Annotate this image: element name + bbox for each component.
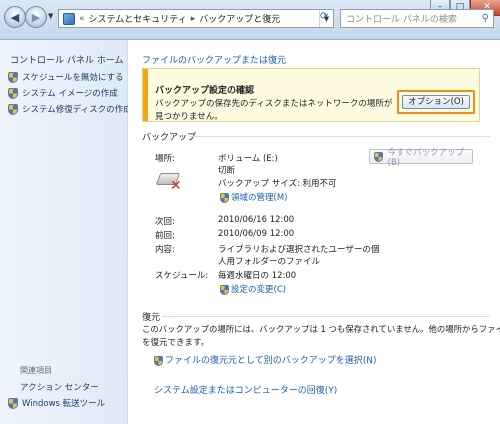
location-status: 切断 — [218, 166, 236, 176]
address-bar[interactable]: « システムとセキュリティ ▸ バックアップと復元 ▼ — [58, 9, 334, 28]
backup-restore-files-link[interactable]: ファイルのバックアップまたは復元 — [142, 53, 286, 66]
error-x-icon: ✕ — [170, 178, 182, 194]
breadcrumb-separator-icon[interactable]: ▸ — [191, 14, 196, 24]
sidebar-item-label: Windows 転送ツール — [22, 399, 106, 409]
shield-icon — [220, 284, 229, 295]
backup-now-button[interactable]: 今すぐバックアップ(B) — [369, 148, 473, 168]
manage-space-link[interactable]: 領域の管理(M) — [220, 191, 287, 203]
sidebar-item-create-repair-disc[interactable]: システム修復ディスクの作成 — [8, 103, 132, 115]
control-panel-icon — [63, 12, 75, 25]
restore-text-line2: を復元できます。 — [142, 338, 210, 348]
control-panel-home-link[interactable]: コントロール パネル ホーム — [10, 53, 123, 66]
backup-now-label: 今すぐバックアップ(B) — [387, 147, 465, 168]
warning-title: バックアップ設定の確認 — [155, 86, 255, 96]
shield-icon — [8, 397, 18, 409]
contents-value-line2: 人用フォルダーのファイル — [218, 257, 321, 267]
main-content: ファイルのバックアップまたは復元 バックアップ設定の確認 バックアップの保存先の… — [128, 40, 500, 424]
shield-icon — [154, 355, 163, 366]
sidebar-item-label: システム修復ディスクの作成 — [22, 105, 132, 115]
warning-accent-bar — [143, 69, 148, 121]
title-bar: – □ ✕ ◀ ▶ ▼ « システムとセキュリティ ▸ バックアップと復元 ▼ … — [0, 0, 500, 40]
sidebar: コントロール パネル ホーム スケジュールを無効にする システム イメージの作成… — [0, 40, 132, 424]
sidebar-item-windows-transfer[interactable]: Windows 転送ツール — [8, 397, 105, 409]
change-settings-link[interactable]: 設定の変更(C) — [220, 283, 286, 295]
search-placeholder: コントロール パネルの検索 — [346, 15, 457, 25]
change-settings-label: 設定の変更(C) — [231, 285, 287, 295]
shield-icon — [8, 71, 18, 83]
arrow-left-icon: ◀ — [10, 10, 20, 24]
shield-icon — [374, 151, 383, 162]
warning-text: バックアップの保存先のディスクまたはネットワークの場所が見つかりません。 — [155, 99, 393, 122]
next-backup-value: 2010/06/16 12:00 — [218, 215, 295, 225]
next-backup-label: 次回: — [155, 217, 175, 227]
history-dropdown-icon[interactable]: ▼ — [48, 12, 53, 20]
refresh-icon[interactable]: ⟳ — [320, 11, 328, 22]
search-icon[interactable]: ⚲ — [482, 13, 489, 24]
warning-panel: バックアップ設定の確認 バックアップの保存先のディスクまたはネットワークの場所が… — [142, 68, 480, 122]
divider — [190, 136, 490, 137]
sidebar-item-action-center[interactable]: アクション センター — [20, 381, 99, 393]
related-header: 関連項目 — [20, 366, 52, 375]
restore-section-header: 復元 — [142, 313, 161, 323]
contents-value-line1: ライブラリおよび選択されたユーザーの個 — [218, 245, 380, 255]
backup-section-header: バックアップ — [142, 133, 197, 143]
sidebar-item-disable-schedule[interactable]: スケジュールを無効にする — [8, 71, 124, 83]
search-input[interactable]: コントロール パネルの検索 ⚲ — [340, 9, 494, 28]
divider — [162, 316, 490, 317]
sidebar-item-create-system-image[interactable]: システム イメージの作成 — [8, 87, 118, 99]
manage-space-label: 領域の管理(M) — [231, 193, 288, 203]
select-other-backup-label: ファイルの復元元として別のバックアップを選択(N) — [165, 356, 377, 366]
schedule-value: 毎週水曜日の 12:00 — [218, 271, 297, 281]
shield-icon — [8, 87, 18, 99]
breadcrumb-system-security[interactable]: システムとセキュリティ — [89, 12, 187, 25]
forward-button[interactable]: ▶ — [25, 6, 47, 28]
arrow-right-icon: ▶ — [31, 10, 41, 24]
backup-size: バックアップ サイズ: 利用不可 — [218, 179, 337, 189]
select-other-backup-link[interactable]: ファイルの復元元として別のバックアップを選択(N) — [154, 353, 377, 366]
recover-system-settings-link[interactable]: システム設定またはコンピューターの回復(Y) — [154, 383, 337, 396]
back-button[interactable]: ◀ — [4, 6, 26, 28]
location-label: 場所: — [155, 154, 175, 164]
location-value: ボリューム (E:) — [218, 154, 278, 164]
breadcrumb-overflow[interactable]: « — [79, 14, 85, 24]
options-highlight-frame: オプション(O) — [397, 90, 475, 114]
schedule-label: スケジュール: — [155, 271, 209, 281]
breadcrumb-backup-restore[interactable]: バックアップと復元 — [199, 12, 280, 25]
sidebar-item-label: システム イメージの作成 — [22, 89, 118, 99]
restore-text-line1: このバックアップの場所には、バックアップは 1 つも保存されていません。他の場所… — [142, 324, 500, 334]
shield-icon — [220, 192, 229, 203]
shield-icon — [8, 103, 18, 115]
last-backup-label: 前回: — [155, 231, 175, 241]
sidebar-item-label: スケジュールを無効にする — [22, 73, 124, 83]
last-backup-value: 2010/06/09 12:00 — [218, 229, 295, 239]
contents-label: 内容: — [155, 245, 175, 255]
options-button[interactable]: オプション(O) — [402, 95, 470, 109]
